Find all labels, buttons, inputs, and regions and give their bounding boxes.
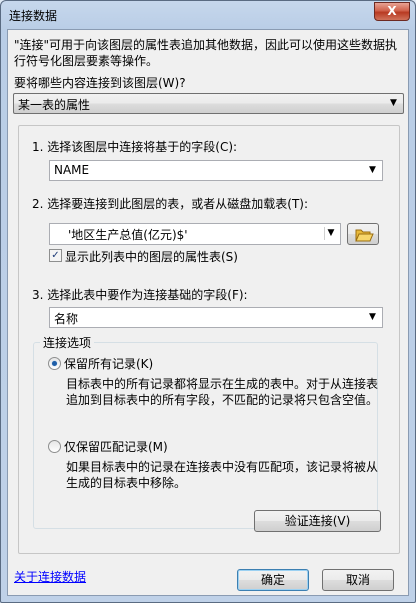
join-what-dropdown[interactable]: 某一表的属性 ▼ [13, 93, 404, 114]
join-field-dropdown[interactable]: 名称 ▼ [49, 307, 383, 328]
join-table-dropdown[interactable]: '地区生产总值(亿元)$' ▼ [49, 223, 341, 245]
cancel-button[interactable]: 取消 [322, 569, 394, 591]
join-what-value: 某一表的属性 [18, 98, 91, 112]
validate-join-button[interactable]: 验证连接(V) [254, 510, 381, 532]
show-layer-tables-label: 显示此列表中的图层的属性表(S) [65, 250, 238, 264]
dialog-client-area: "连接"可用于向该图层的属性表追加其他数据，因此可以使用这些数据执 行符号化图层… [7, 29, 409, 596]
step3-label: 3. 选择此表中要作为连接基础的字段(F): [32, 288, 248, 302]
chevron-down-icon: ▼ [324, 227, 337, 240]
intro-line-1: "连接"可用于向该图层的属性表追加其他数据，因此可以使用这些数据执 [14, 38, 398, 52]
browse-table-button[interactable] [347, 223, 379, 245]
dialog-window: 连接数据 X "连接"可用于向该图层的属性表追加其他数据，因此可以使用这些数据执… [0, 0, 416, 603]
join-table-value: '地区生产总值(亿元)$' [68, 228, 188, 242]
open-folder-icon [355, 229, 374, 242]
join-field-value: 名称 [54, 312, 79, 326]
close-button[interactable]: X [374, 2, 410, 21]
chevron-down-icon: ▼ [369, 165, 376, 175]
target-field-value: NAME [54, 163, 90, 177]
keep-all-desc-2: 追加到目标表中的所有字段，不匹配的记录将只包含空值。 [66, 393, 379, 407]
step1-label: 1. 选择该图层中连接将基于的字段(C): [32, 140, 238, 154]
keep-all-desc-1: 目标表中的所有记录都将显示在生成的表中。对于从连接表 [66, 377, 379, 391]
keep-matching-records-radio[interactable] [48, 440, 61, 453]
about-joining-link[interactable]: 关于连接数据 [14, 568, 86, 585]
title-bar[interactable]: 连接数据 X [1, 1, 415, 29]
target-field-dropdown[interactable]: NAME ▼ [49, 160, 383, 181]
keep-all-records-label: 保留所有记录(K) [64, 357, 154, 371]
show-layer-tables-checkbox[interactable]: ✓ [49, 249, 62, 262]
join-what-label: 要将哪些内容连接到该图层(W)? [14, 76, 186, 90]
chevron-down-icon: ▼ [390, 98, 397, 108]
step2-label: 2. 选择要连接到此图层的表，或者从磁盘加载表(T): [32, 197, 309, 211]
keep-matching-records-label: 仅保留匹配记录(M) [64, 440, 168, 454]
keep-matching-desc-2: 生成的目标表中移除。 [66, 476, 187, 490]
join-options-legend: 连接选项 [40, 334, 95, 351]
intro-line-2: 行符号化图层要素等操作。 [14, 54, 159, 68]
chevron-down-icon: ▼ [369, 312, 376, 322]
window-title: 连接数据 [9, 9, 58, 23]
keep-matching-desc-1: 如果目标表中的记录在连接表中没有匹配项，该记录将被从 [66, 460, 379, 474]
ok-button[interactable]: 确定 [237, 569, 309, 591]
keep-all-records-radio[interactable] [48, 357, 61, 370]
